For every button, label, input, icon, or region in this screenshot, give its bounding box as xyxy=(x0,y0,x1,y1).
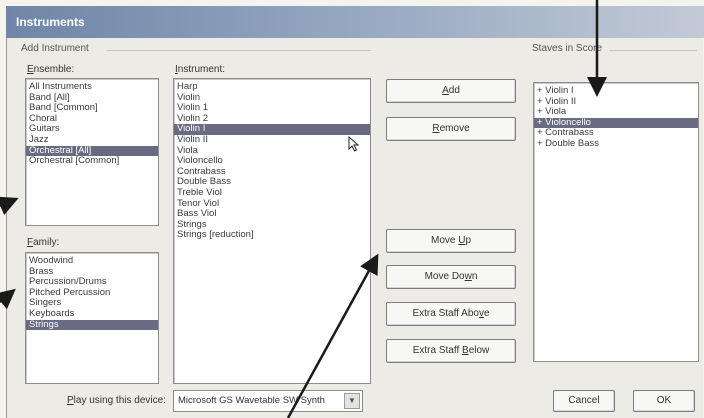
list-item[interactable]: Orchestral [Common] xyxy=(26,156,158,167)
extra-staff-below-button[interactable]: Extra Staff Below xyxy=(386,339,516,363)
list-item[interactable]: Keyboards xyxy=(26,308,158,320)
remove-button[interactable]: Remove xyxy=(386,117,516,141)
device-label: Play using this device: xyxy=(67,395,166,406)
list-item[interactable]: Treble Viol xyxy=(174,187,370,199)
device-select[interactable]: Microsoft GS Wavetable SW Synth ▼ xyxy=(173,390,363,412)
chevron-down-icon[interactable]: ▼ xyxy=(344,393,360,409)
staves-group-label: Staves in Score xyxy=(532,43,603,54)
family-list[interactable]: Woodwind Brass Percussion/Drums Pitched Per… xyxy=(25,252,159,384)
instruments-dialog: Add Instrument Staves in Score Ensemble:… xyxy=(6,38,703,418)
list-item[interactable]: All Instruments xyxy=(26,81,158,93)
instrument-list[interactable]: Harp Violin Violin 1 Violin 2 Violin I Violin… xyxy=(173,78,371,384)
ensemble-label: Ensemble: xyxy=(27,64,75,75)
list-item[interactable]: + Double Bass xyxy=(534,138,698,150)
title-bar: Instruments xyxy=(6,6,704,38)
mouse-pointer-icon xyxy=(348,135,360,155)
family-label: Family: xyxy=(27,237,60,248)
staves-list[interactable]: + Violin I + Violin II + Viola + Violoncell… xyxy=(533,82,699,362)
ensemble-list[interactable]: All Instruments Band [All] Band [Common] Ch… xyxy=(25,78,159,226)
list-item[interactable]: Woodwind xyxy=(26,255,158,267)
list-item[interactable]: + Violin I xyxy=(534,85,698,97)
device-select-value: Microsoft GS Wavetable SW Synth xyxy=(178,395,325,406)
add-instrument-group-label: Add Instrument xyxy=(21,43,89,54)
move-down-button[interactable]: Move Down xyxy=(386,265,516,289)
staves-divider xyxy=(609,50,697,51)
list-item[interactable]: Harp xyxy=(174,81,370,93)
list-item[interactable]: Strings [reduction] xyxy=(174,230,370,241)
cancel-button[interactable]: Cancel xyxy=(553,390,615,412)
ok-button[interactable]: OK xyxy=(633,390,695,412)
add-button[interactable]: Add xyxy=(386,79,516,103)
window-title: Instruments xyxy=(16,15,85,29)
list-item[interactable]: Violin II xyxy=(174,134,370,146)
instrument-label: Instrument: xyxy=(175,64,226,75)
list-item[interactable]: Jazz xyxy=(26,134,158,146)
move-up-button[interactable]: Move Up xyxy=(386,229,516,253)
list-item[interactable]: Strings xyxy=(26,319,158,331)
extra-staff-above-button[interactable]: Extra Staff Above xyxy=(386,302,516,326)
group-divider xyxy=(107,50,371,51)
